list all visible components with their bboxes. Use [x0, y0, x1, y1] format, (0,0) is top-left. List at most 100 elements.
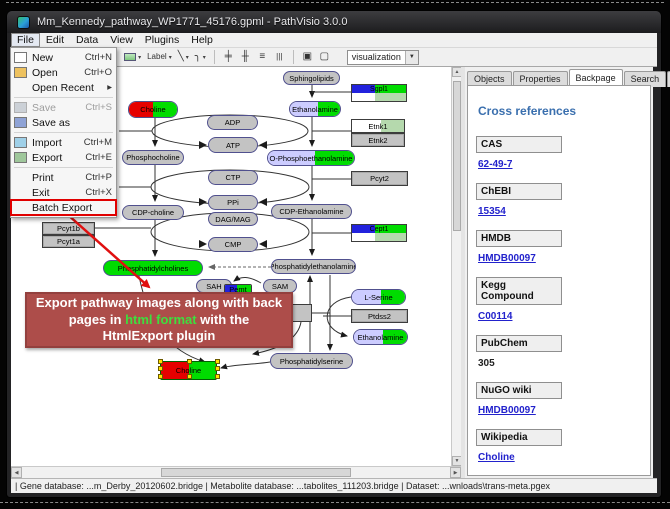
to-back-button[interactable]: ▢: [316, 49, 333, 65]
pathway-node-ptdss2[interactable]: Ptdss2: [351, 309, 408, 323]
pathway-node-pcyt2[interactable]: Pcyt2: [351, 171, 408, 186]
label-icon: Label: [147, 53, 167, 61]
crossref-text: 305: [478, 358, 495, 369]
pathway-node-unlabeled[interactable]: [291, 304, 312, 322]
pathway-node-sphingolipids[interactable]: Sphingolipids: [283, 71, 340, 85]
menu-item-label: Open Recent: [32, 82, 99, 94]
toolbar-separator: [214, 50, 215, 64]
pathway-node-adp[interactable]: ADP: [207, 115, 258, 130]
crossref-link[interactable]: 15354: [478, 206, 506, 217]
pathway-node-cmp[interactable]: CMP: [208, 237, 258, 252]
menu-item-exit[interactable]: ExitCtrl+X: [11, 185, 116, 200]
crossref-link[interactable]: HMDB00097: [478, 405, 536, 416]
pathway-node-cdp-ethanolamine[interactable]: CDP-Ethanolamine: [271, 204, 352, 219]
menu-item-label: Open: [32, 67, 76, 79]
chevron-down-icon[interactable]: ▼: [405, 51, 418, 64]
menu-item-shortcut: ▸: [107, 82, 112, 93]
datasource-header: Kegg Compound: [476, 277, 562, 305]
pathway-node-etnk1[interactable]: Etnk1: [351, 119, 405, 133]
common-width-button[interactable]: |||: [271, 49, 288, 65]
menubar-item-edit[interactable]: Edit: [40, 33, 70, 47]
pathway-node-phosphatidylcholines[interactable]: Phosphatidylcholines: [103, 260, 203, 276]
node-label: O-Phosphoethanolamine: [268, 151, 354, 165]
menu-item-import[interactable]: ImportCtrl+M: [11, 135, 116, 150]
horizontal-scrollbar[interactable]: ◀ ▶: [11, 466, 461, 478]
pathway-node-dag-mag[interactable]: DAG/MAG: [208, 212, 258, 226]
menu-item-open[interactable]: OpenCtrl+O: [11, 65, 116, 80]
pathway-node-sam[interactable]: SAM: [263, 279, 297, 293]
pathway-node-l-serine[interactable]: L-Serine: [351, 289, 406, 305]
visualization-combobox[interactable]: visualization ▼: [347, 50, 419, 65]
menubar-item-plugins[interactable]: Plugins: [139, 33, 185, 47]
visualization-value: visualization: [352, 52, 401, 62]
scroll-left-icon[interactable]: ◀: [11, 467, 22, 478]
label-button[interactable]: Label▾: [144, 49, 175, 65]
node-label: CDP-Ethanolamine: [272, 205, 351, 218]
pathway-node-atp[interactable]: ATP: [208, 137, 258, 153]
app-window: Mm_Kennedy_pathway_WP1771_45176.gpml - P…: [7, 11, 661, 497]
pathway-node-pcyt1b[interactable]: Pcyt1b: [42, 222, 95, 235]
align-center-button[interactable]: ╪: [220, 49, 237, 65]
pathway-node-sgpl1[interactable]: Sgpl1: [351, 84, 407, 102]
menubar-item-view[interactable]: View: [104, 33, 139, 47]
selection-handle[interactable]: [187, 359, 192, 364]
pathway-node-phosphocholine[interactable]: Phosphocholine: [122, 150, 184, 165]
scroll-right-icon[interactable]: ▶: [450, 467, 461, 478]
selection-handle[interactable]: [158, 374, 163, 379]
menubar-item-file[interactable]: File: [11, 33, 40, 47]
node-label: Choline: [129, 102, 177, 117]
vertical-scroll-thumb[interactable]: [453, 81, 461, 231]
pathway-node-choline[interactable]: Choline: [128, 101, 178, 118]
menu-item-print[interactable]: PrintCtrl+P: [11, 170, 116, 185]
to-front-icon: ▣: [303, 52, 312, 62]
pathway-node-phosphatidylethanolamine[interactable]: Phosphatidylethanolamine: [271, 259, 356, 274]
datasource-value: 305: [478, 358, 650, 369]
pathway-node-ethanolamine[interactable]: Ethanolamine: [353, 329, 408, 345]
pathway-node-choline[interactable]: Choline: [160, 361, 217, 380]
window-title: Mm_Kennedy_pathway_WP1771_45176.gpml - P…: [37, 16, 347, 28]
crossref-link[interactable]: HMDB00097: [478, 253, 536, 264]
menubar-item-data[interactable]: Data: [70, 33, 104, 47]
datasource-value: HMDB00097: [478, 253, 650, 264]
pathway-node-ethanolamine[interactable]: Ethanolamine: [289, 101, 341, 117]
crossref-link[interactable]: 62-49-7: [478, 159, 512, 170]
crossref-link[interactable]: C00114: [478, 311, 512, 322]
datanode-button[interactable]: ▾: [121, 49, 144, 65]
menu-item-batch-export[interactable]: Batch Export: [11, 200, 116, 215]
pathway-node-cdp-choline[interactable]: CDP-choline: [122, 205, 184, 220]
pathway-node-ctp[interactable]: CTP: [208, 170, 258, 185]
pathway-node-phosphatidylserine[interactable]: Phosphatidylserine: [270, 353, 353, 369]
selection-handle[interactable]: [215, 359, 220, 364]
menu-item-save[interactable]: SaveCtrl+S: [11, 100, 116, 115]
common-height-button[interactable]: ≡: [254, 49, 271, 65]
node-label: Sphingolipids: [284, 72, 339, 84]
pathway-node-cept1[interactable]: Cept1: [351, 224, 407, 242]
selection-handle[interactable]: [215, 374, 220, 379]
frame-dash-bottom: [0, 502, 670, 503]
align-middle-button[interactable]: ╫: [237, 49, 254, 65]
title-bar: Mm_Kennedy_pathway_WP1771_45176.gpml - P…: [7, 11, 661, 33]
pathway-node-pcyt1a[interactable]: Pcyt1a: [42, 235, 95, 248]
crossref-link[interactable]: Choline: [478, 452, 515, 463]
pathway-node-etnk2[interactable]: Etnk2: [351, 133, 405, 147]
menu-item-open-recent[interactable]: Open Recent ▸: [11, 80, 116, 95]
app-icon: [17, 16, 30, 29]
menubar-item-help[interactable]: Help: [185, 33, 219, 47]
selection-handle[interactable]: [158, 359, 163, 364]
connector-button[interactable]: ╮▾: [192, 49, 209, 65]
selection-handle[interactable]: [215, 366, 220, 371]
selection-handle[interactable]: [187, 374, 192, 379]
menu-item-new[interactable]: NewCtrl+N: [11, 50, 116, 65]
menu-item-export[interactable]: ExportCtrl+E: [11, 150, 116, 165]
selection-handle[interactable]: [158, 366, 163, 371]
pathway-node-o-phosphoethanolamine[interactable]: O-Phosphoethanolamine: [267, 150, 355, 166]
menu-item-save-as[interactable]: Save as: [11, 115, 116, 130]
to-front-button[interactable]: ▣: [299, 49, 316, 65]
datasource-value: HMDB00097: [478, 405, 650, 416]
horizontal-scroll-thumb[interactable]: [161, 468, 351, 477]
backpage-section-wikipedia: WikipediaCholine: [476, 429, 650, 463]
line-button[interactable]: ╲▾: [175, 49, 192, 65]
pathway-node-ppi[interactable]: PPi: [208, 195, 258, 210]
tab-backpage[interactable]: Backpage: [569, 69, 623, 85]
vertical-scrollbar[interactable]: ▲ ▼: [451, 67, 461, 466]
